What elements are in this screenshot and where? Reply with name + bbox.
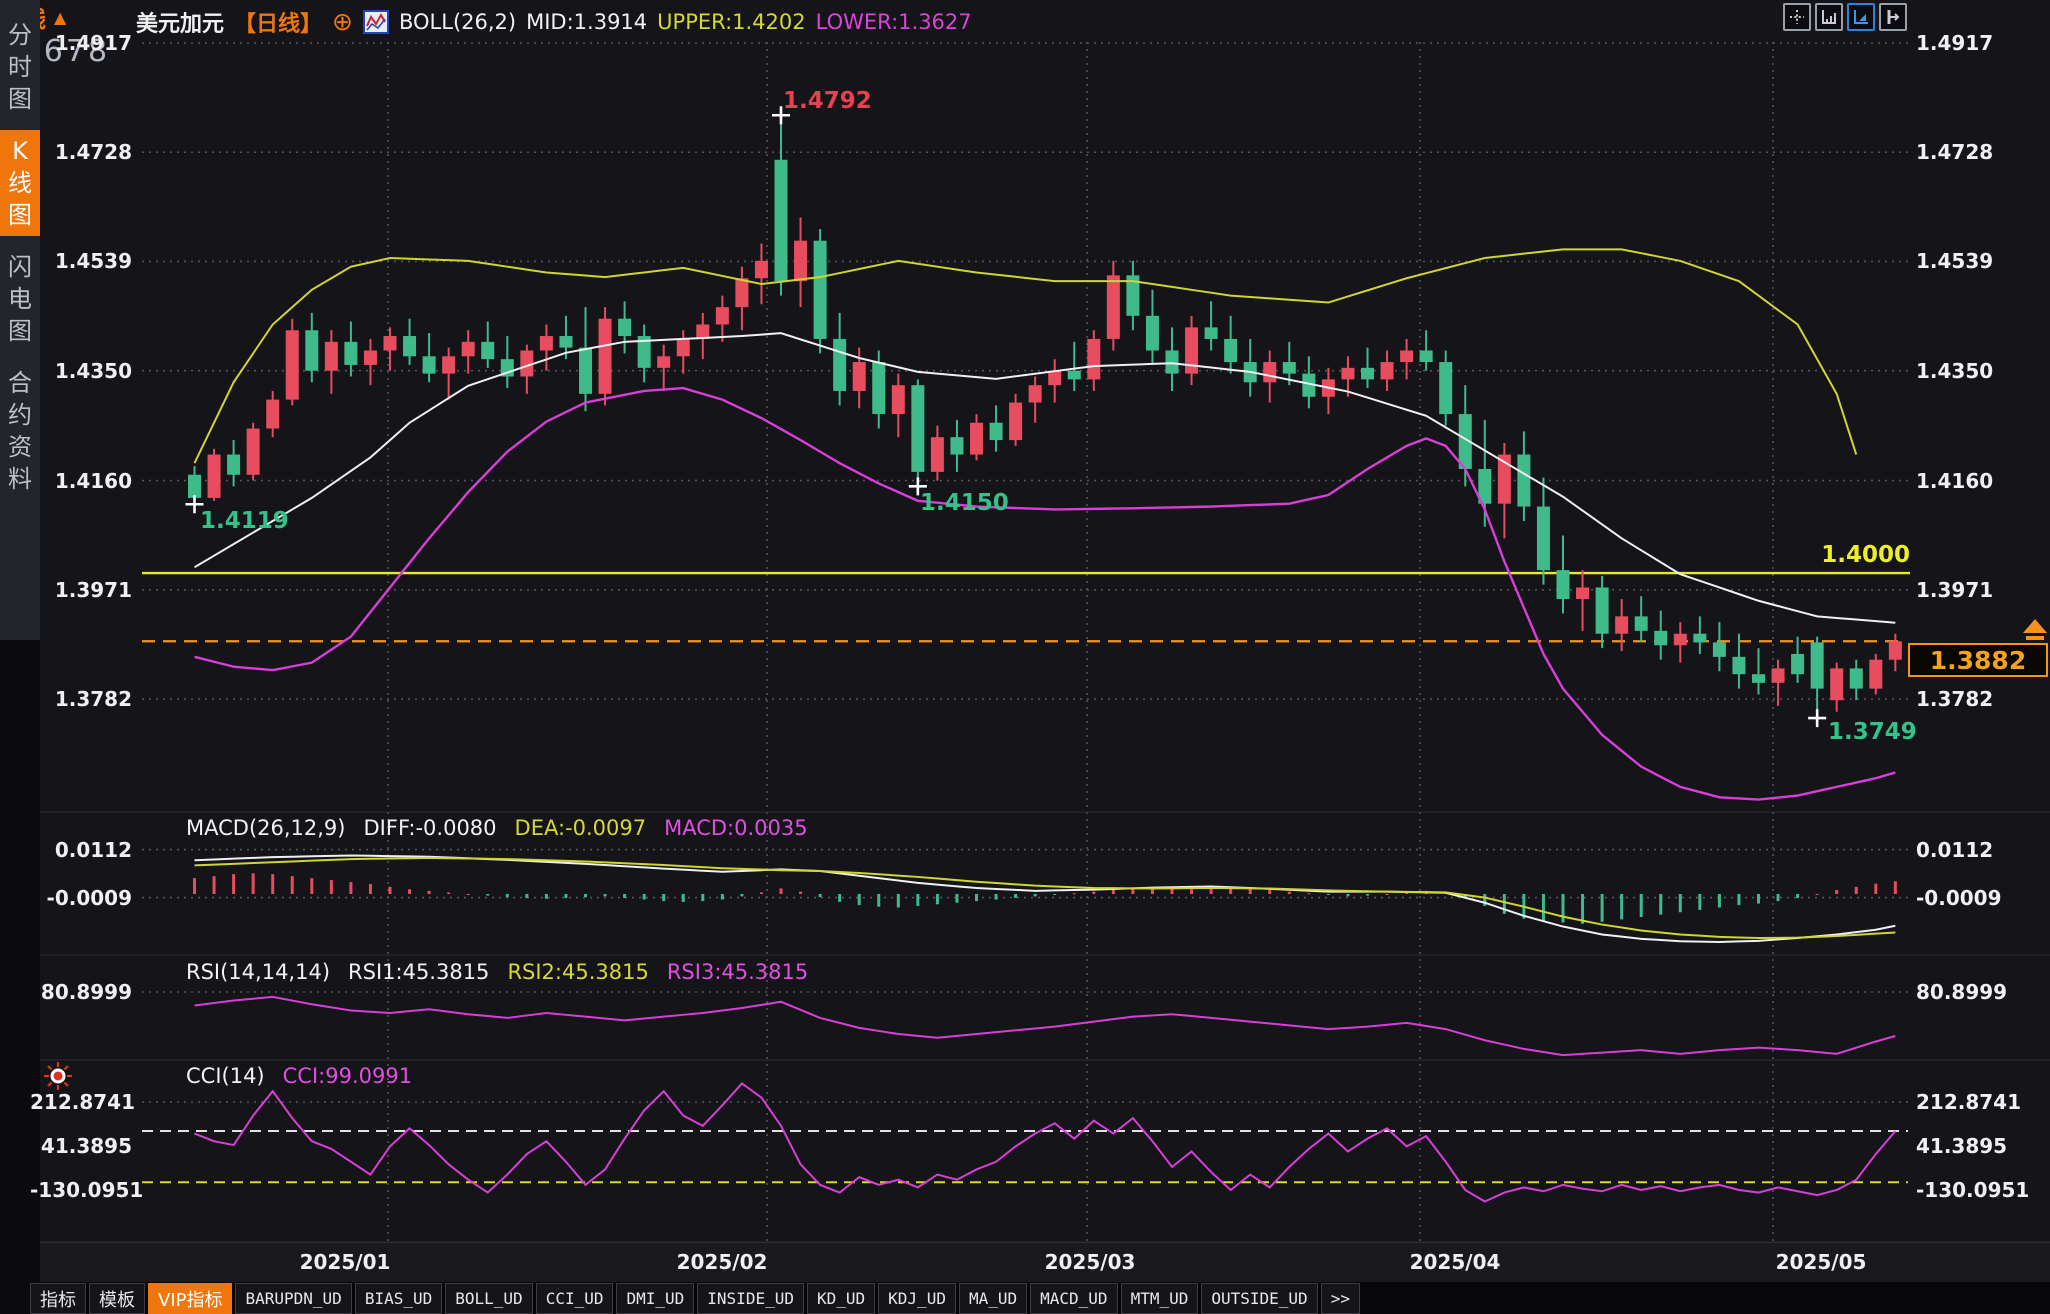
x-axis-month-label: 2025/01 [290,1250,400,1274]
expand-icon[interactable]: ⊕ [332,11,353,33]
boll-lower-value: LOWER:1.3627 [816,10,972,34]
axis-label: -0.0009 [1916,886,2046,910]
axis-label: 1.4539 [1916,249,2046,273]
goto-last-bar-icon[interactable] [1879,3,1907,31]
axis-autoplay-icon[interactable] [1847,3,1875,31]
axis-label: 212.8741 [30,1090,132,1114]
axis-label: 1.3971 [30,578,132,602]
boll-upper-value: UPPER:1.4202 [657,10,805,34]
rsi1-value: RSI1:45.3815 [348,960,489,984]
alert-sun-icon[interactable] [42,1060,74,1092]
axis-label: 1.4539 [30,249,132,273]
macd-panel-header: MACD(26,12,9) DIFF:-0.0080 DEA:-0.0097 M… [186,816,808,840]
axis-label: 1.4350 [1916,359,2046,383]
start-low-annotation: 1.4119 [200,508,289,534]
axis-label: 1.4350 [30,359,132,383]
period-tag[interactable]: 【日线】 [234,6,322,38]
feb-low-annotation: 1.4150 [920,490,1009,516]
chart-header: 美元加元 【日线】 ⊕ BOLL(26,2) MID:1.3914 UPPER:… [136,6,972,38]
apr-low-annotation: 1.3749 [1828,719,1917,745]
high-price-annotation: 1.4792 [783,88,872,114]
macd-macd-value: MACD:0.0035 [664,816,808,840]
toolbar-tab-BIAS_UD[interactable]: BIAS_UD [355,1283,442,1314]
axis-label: 1.4160 [1916,469,2046,493]
axis-label: 212.8741 [1916,1090,2046,1114]
rsi-panel-header: RSI(14,14,14) RSI1:45.3815 RSI2:45.3815 … [186,960,808,984]
chart-canvas[interactable] [0,0,2050,1314]
axis-label: 1.4917 [30,31,132,55]
axis-label: 1.3782 [1916,687,2046,711]
axis-label: -130.0951 [30,1178,132,1202]
toolbar-tab-BARUPDN_UD[interactable]: BARUPDN_UD [235,1283,351,1314]
x-axis-month-label: 2025/04 [1400,1250,1510,1274]
toolbar-tab-BOLL_UD[interactable]: BOLL_UD [445,1283,532,1314]
symbol-title: 美元加元 [136,6,224,38]
hline-price-annotation: 1.4000 [1770,542,1910,568]
sidebar-tab-K线图[interactable]: K线图 [0,130,40,236]
macd-dea-value: DEA:-0.0097 [515,816,647,840]
rsi3-value: RSI3:45.3815 [667,960,808,984]
axis-label: 1.4917 [1916,31,2046,55]
cci-value: CCI:99.0991 [283,1064,412,1088]
axis-label: 1.4160 [30,469,132,493]
chart-view-buttons [1783,3,1907,31]
axis-label: 80.8999 [1916,980,2046,1004]
price-up-arrow-icon [2022,618,2048,641]
axis-label: 80.8999 [30,980,132,1004]
sidebar-tab-合约资料[interactable]: 合约资料 [0,362,40,500]
pan-crosshair-icon[interactable] [1783,3,1811,31]
toolbar-tab-MTM_UD[interactable]: MTM_UD [1121,1283,1199,1314]
toolbar-tab-CCI_UD[interactable]: CCI_UD [536,1283,614,1314]
toolbar-tab-VIP[interactable]: VIP指标 [148,1283,232,1314]
indicator-toolbar: 指标模板VIP指标BARUPDN_UDBIAS_UDBOLL_UDCCI_UDD… [30,1283,1360,1314]
x-axis-month-label: 2025/02 [667,1250,777,1274]
axis-label: 41.3895 [30,1134,132,1158]
axis-label: 0.0112 [1916,838,2046,862]
sidebar-tab-闪电图[interactable]: 闪电图 [0,246,40,352]
cci-panel-header: CCI(14) CCI:99.0991 [186,1064,412,1088]
boll-mid-value: MID:1.3914 [526,10,647,34]
axis-label: -0.0009 [30,886,132,910]
sidebar: 分时图 K线图闪电图合约资料 [0,0,40,640]
last-price-box: 1.3882 [1908,643,2048,677]
x-axis-month-label: 2025/03 [1035,1250,1145,1274]
axis-label: -130.0951 [1916,1178,2046,1202]
axis-label: 1.3971 [1916,578,2046,602]
sidebar-tab-分时图[interactable]: 分时图 [0,14,40,120]
toolbar-tab-[interactable]: 指标 [30,1283,86,1314]
x-axis-month-label: 2025/05 [1766,1250,1876,1274]
toolbar-tab-DMI_UD[interactable]: DMI_UD [616,1283,694,1314]
axis-label: 1.4728 [30,140,132,164]
toolbar-tab-OUTSIDE_UD[interactable]: OUTSIDE_UD [1201,1283,1317,1314]
toolbar-tab->>[interactable]: >> [1321,1283,1360,1314]
cci-title: CCI(14) [186,1064,265,1088]
axis-label: 1.3782 [30,687,132,711]
axis-label: 1.4728 [1916,140,2046,164]
indicator-chart-icon[interactable] [363,10,389,34]
toolbar-tab-MACD_UD[interactable]: MACD_UD [1030,1283,1117,1314]
toolbar-tab-[interactable]: 模板 [89,1283,145,1314]
axis-label: 41.3895 [1916,1134,2046,1158]
toolbar-tab-INSIDE_UD[interactable]: INSIDE_UD [697,1283,804,1314]
toolbar-tab-KDJ_UD[interactable]: KDJ_UD [878,1283,956,1314]
axis-scale-icon[interactable] [1815,3,1843,31]
toolbar-tab-KD_UD[interactable]: KD_UD [807,1283,875,1314]
macd-title: MACD(26,12,9) [186,816,346,840]
boll-params-label: BOLL(26,2) [399,10,516,34]
rsi-title: RSI(14,14,14) [186,960,330,984]
rsi2-value: RSI2:45.3815 [507,960,648,984]
axis-label: 0.0112 [30,838,132,862]
macd-diff-value: DIFF:-0.0080 [364,816,497,840]
toolbar-tab-MA_UD[interactable]: MA_UD [959,1283,1027,1314]
